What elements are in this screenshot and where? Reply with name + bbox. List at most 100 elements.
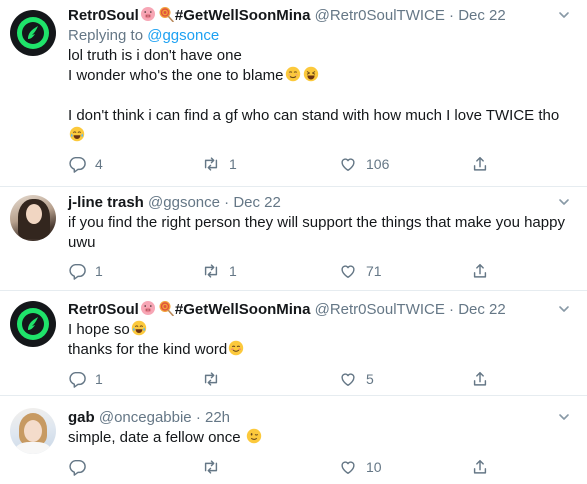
share-button[interactable]	[471, 261, 489, 281]
like-button[interactable]: 10	[339, 457, 382, 477]
share-icon	[473, 371, 487, 386]
author-handle[interactable]: @Retr0SoulTWICE	[315, 301, 445, 318]
retweet-button[interactable]: 1	[202, 261, 237, 281]
chevron-down-icon[interactable]	[557, 8, 571, 22]
heart-icon	[341, 158, 355, 172]
retweet-icon	[204, 264, 218, 278]
chevron-down-icon[interactable]	[557, 302, 571, 316]
reply-count: 4	[95, 156, 103, 172]
tweet-date[interactable]: 22h	[205, 409, 230, 426]
tweet[interactable]: Retr0Soul #GetWellSoonMina @Retr0SoulTWIC…	[0, 0, 587, 187]
author-handle[interactable]: @Retr0SoulTWICE	[315, 7, 445, 24]
like-count: 10	[366, 459, 382, 475]
like-button[interactable]: 106	[339, 154, 389, 174]
tweet-line: if you find the right person they will s…	[68, 214, 565, 231]
author-name[interactable]: Retr0Soul	[68, 7, 139, 24]
tweet-line: uwu	[68, 234, 96, 251]
replying-to-handle[interactable]: @ggsonce	[147, 27, 219, 44]
retweet-icon	[204, 372, 218, 386]
chevron-down-icon[interactable]	[557, 410, 571, 424]
share-button[interactable]	[471, 457, 489, 477]
reply-button[interactable]: 4	[68, 154, 103, 174]
retweet-button[interactable]: 1	[202, 154, 237, 174]
tweet-line-with-emoji: I wonder who's the one to blame	[68, 66, 559, 86]
share-icon	[473, 459, 487, 474]
share-icon	[473, 156, 487, 171]
tweet-text: if you find the right person they will s…	[68, 213, 565, 253]
separator-dot: ·	[224, 194, 230, 211]
tweet-line-emoji-only	[68, 126, 559, 146]
tweet[interactable]: j-line trash @ggsonce · Dec 22 if you fi…	[0, 187, 587, 291]
reply-icon	[69, 263, 86, 280]
retweet-icon	[204, 157, 218, 171]
separator-dot: ·	[449, 7, 455, 24]
like-count: 5	[366, 371, 374, 387]
tweet[interactable]: gab @oncegabbie · 22h simple, date a fel…	[0, 396, 587, 484]
share-icon	[473, 263, 487, 278]
tweet-line-with-emoji: thanks for the kind word	[68, 340, 245, 360]
separator-dot: ·	[195, 409, 201, 426]
replying-to: Replying to @ggsonce	[68, 26, 219, 46]
tweet-text: simple, date a fellow once	[68, 428, 263, 448]
author-handle[interactable]: @oncegabbie	[99, 409, 192, 426]
avatar[interactable]	[10, 301, 56, 347]
tweet-line: lol truth is i don't have one	[68, 47, 242, 64]
separator-dot: ·	[449, 301, 455, 318]
heart-icon	[341, 373, 355, 387]
tweet-date[interactable]: Dec 22	[458, 7, 506, 24]
avatar[interactable]	[10, 408, 56, 454]
tears-of-joy-emoji-icon	[69, 126, 85, 142]
pig-emoji-icon	[140, 301, 155, 315]
tweet-actions: 1 1 71	[68, 261, 508, 281]
share-button[interactable]	[471, 369, 489, 389]
tweet-header: Retr0Soul #GetWellSoonMina @Retr0SoulTWIC…	[68, 6, 506, 26]
retweet-button[interactable]	[202, 369, 229, 389]
tears-of-joy-emoji-icon	[131, 320, 147, 336]
reply-icon	[69, 371, 86, 388]
author-name[interactable]: j-line trash	[68, 194, 144, 211]
tweet[interactable]: Retr0Soul #GetWellSoonMina @Retr0SoulTWIC…	[0, 291, 587, 396]
author-hashtag[interactable]: #GetWellSoonMina	[175, 7, 311, 24]
like-button[interactable]: 71	[339, 261, 382, 281]
reply-button[interactable]: 1	[68, 261, 103, 281]
smirk-emoji-icon	[284, 66, 301, 82]
pig-emoji-icon	[140, 7, 155, 21]
tweet-header: Retr0Soul #GetWellSoonMina @Retr0SoulTWIC…	[68, 300, 506, 320]
retweet-button[interactable]	[202, 457, 229, 477]
tweet-date[interactable]: Dec 22	[458, 301, 506, 318]
avatar[interactable]	[10, 10, 56, 56]
like-count: 71	[366, 263, 382, 279]
share-button[interactable]	[471, 154, 489, 174]
author-name[interactable]: gab	[68, 409, 95, 426]
tweet-header: gab @oncegabbie · 22h	[68, 408, 230, 428]
tweet-line-with-emoji: simple, date a fellow once	[68, 428, 263, 448]
reply-icon	[69, 156, 86, 173]
reply-button[interactable]: 1	[68, 369, 103, 389]
like-count: 106	[366, 156, 390, 172]
reply-count: 1	[95, 263, 103, 279]
like-button[interactable]: 5	[339, 369, 374, 389]
tweet-line-with-emoji: I hope so	[68, 320, 245, 340]
chevron-down-icon[interactable]	[557, 195, 571, 209]
tweet-header: j-line trash @ggsonce · Dec 22	[68, 193, 281, 213]
tweet-date[interactable]: Dec 22	[233, 194, 281, 211]
author-hashtag[interactable]: #GetWellSoonMina	[175, 301, 311, 318]
replying-to-label: Replying to	[68, 27, 144, 44]
tweet-text: I hope so thanks for the kind word	[68, 320, 245, 360]
tweet-text: lol truth is i don't have one I wonder w…	[68, 46, 559, 146]
tweet-actions: 1 5	[68, 369, 508, 389]
author-name[interactable]: Retr0Soul	[68, 301, 139, 318]
retweet-count: 1	[229, 156, 237, 172]
author-handle[interactable]: @ggsonce	[148, 194, 220, 211]
retweet-icon	[204, 460, 218, 474]
laughing-emoji-icon	[302, 66, 319, 82]
reply-icon	[69, 459, 86, 476]
reply-thread: Retr0Soul #GetWellSoonMina @Retr0SoulTWIC…	[0, 0, 587, 484]
winking-emoji-icon	[246, 428, 262, 444]
reply-button[interactable]	[68, 457, 95, 477]
avatar[interactable]	[10, 195, 56, 241]
lollipop-emoji-icon	[158, 300, 174, 316]
reply-count: 1	[95, 371, 103, 387]
tweet-line: I don't think i can find a gf who can st…	[68, 107, 560, 124]
